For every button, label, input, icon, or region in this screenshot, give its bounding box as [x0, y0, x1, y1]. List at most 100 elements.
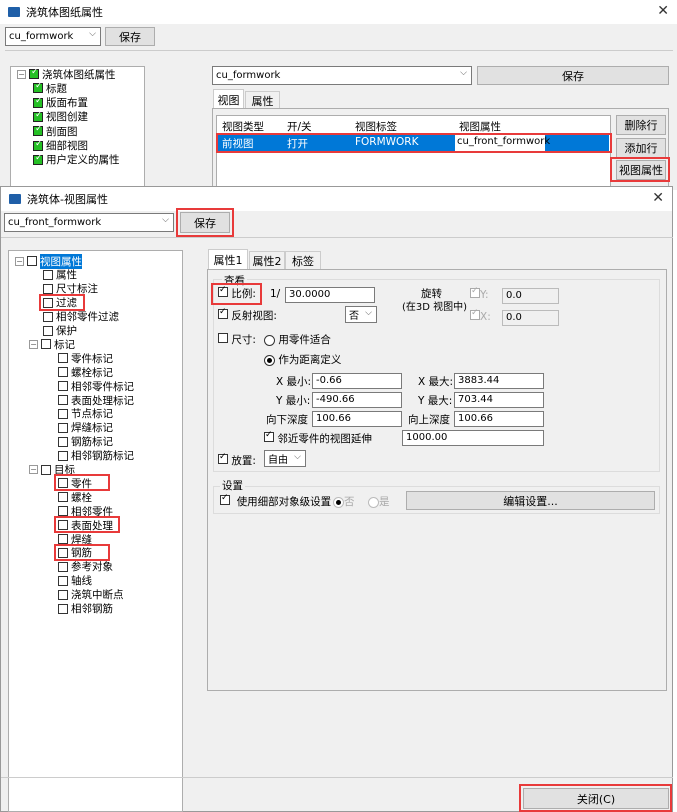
tree-item[interactable]: 保护	[43, 324, 77, 338]
tree-item[interactable]: 焊缝	[58, 532, 92, 546]
checkbox-icon[interactable]	[43, 283, 53, 294]
checkbox-icon[interactable]	[33, 153, 43, 165]
checkbox-icon[interactable]	[58, 561, 68, 572]
collapse-icon[interactable]: −	[17, 69, 26, 79]
tree-item[interactable]: 螺栓	[58, 490, 92, 504]
checkbox-icon[interactable]	[43, 297, 53, 308]
add-row-button[interactable]: 添加行	[616, 138, 666, 158]
scale-checkbox[interactable]: 比例:	[218, 285, 256, 301]
extension-input[interactable]: 1000.00	[402, 430, 544, 446]
tree-item[interactable]: 钢筋标记	[58, 435, 113, 449]
table-row[interactable]: 前视图 打开 FORMWORK cu_front_formwork	[218, 135, 609, 151]
tree-item[interactable]: 细部视图	[33, 139, 88, 153]
right-preset-select[interactable]: cu_formwork ⌵	[212, 66, 472, 85]
tree-item[interactable]: 尺寸标注	[43, 282, 98, 296]
tree-item[interactable]: − 浇筑体图纸属性	[17, 67, 116, 81]
checkbox-icon[interactable]	[58, 422, 68, 433]
checkbox-icon[interactable]	[58, 547, 68, 558]
checkbox-icon[interactable]	[33, 124, 43, 137]
tree-item[interactable]: 视图创建	[33, 110, 88, 124]
checkbox-icon[interactable]	[41, 464, 51, 475]
yes-radio[interactable]: 是	[368, 494, 390, 509]
mirror-select[interactable]: 否 ⌵	[345, 306, 377, 323]
checkbox-icon[interactable]	[58, 408, 68, 419]
tab-labels[interactable]: 标签	[285, 251, 321, 269]
checkbox-icon[interactable]	[33, 139, 43, 151]
rot-x-checkbox[interactable]: X:	[470, 308, 491, 323]
delete-row-button[interactable]: 删除行	[616, 115, 666, 135]
checkbox-icon[interactable]	[43, 325, 53, 336]
checkbox-icon[interactable]	[33, 81, 43, 94]
ymax-input[interactable]: 703.44	[454, 392, 544, 408]
tree-item[interactable]: 参考对象	[58, 560, 113, 574]
checkbox-icon[interactable]	[58, 603, 68, 614]
tree-item[interactable]: 钢筋	[58, 546, 92, 560]
col-on-off[interactable]: 开/关	[287, 119, 312, 134]
close-icon[interactable]: ✕	[652, 190, 664, 206]
tree-item[interactable]: 过滤	[43, 296, 77, 310]
fit-parts-radio[interactable]: 用零件适合	[264, 332, 331, 347]
placement-select[interactable]: 自由 ⌵	[264, 450, 306, 467]
tree-item[interactable]: 焊缝标记	[58, 421, 113, 435]
checkbox-icon[interactable]	[58, 575, 68, 586]
tree-item[interactable]: 轴线	[58, 574, 92, 588]
checkbox-icon[interactable]	[58, 395, 68, 405]
checkbox-icon[interactable]	[58, 367, 68, 378]
cell-view-props-input[interactable]: cu_front_formwork	[455, 135, 550, 151]
tree-item[interactable]: 版面布置	[33, 96, 88, 110]
tree-item[interactable]: 剖面图	[33, 124, 78, 138]
tree-item[interactable]: 相邻零件过滤	[43, 310, 119, 324]
checkbox-icon[interactable]	[43, 311, 53, 322]
view-properties-button[interactable]: 视图属性	[616, 160, 666, 180]
tree-item[interactable]: 零件	[58, 476, 92, 490]
checkbox-icon[interactable]	[43, 269, 53, 280]
checkbox-icon[interactable]	[58, 436, 68, 447]
tree-item[interactable]: − 标记	[29, 337, 75, 351]
checkbox-icon[interactable]	[58, 534, 68, 544]
checkbox-icon[interactable]	[33, 110, 43, 122]
collapse-icon[interactable]: −	[29, 465, 38, 474]
tree-item[interactable]: − 视图属性	[15, 253, 82, 269]
preset-select[interactable]: cu_formwork ⌵	[5, 27, 101, 46]
rot-y-checkbox[interactable]: Y:	[470, 286, 489, 301]
placement-checkbox[interactable]: 放置:	[218, 452, 256, 468]
col-view-type[interactable]: 视图类型	[222, 119, 264, 134]
checkbox-icon[interactable]	[58, 492, 68, 503]
edit-settings-button[interactable]: 编辑设置...	[406, 491, 655, 510]
depth-down-input[interactable]: 100.66	[312, 411, 402, 427]
xmin-input[interactable]: -0.66	[312, 373, 402, 389]
tree-item[interactable]: 表面处理	[58, 518, 113, 532]
extension-checkbox[interactable]: 邻近零件的视图延伸	[264, 430, 372, 446]
col-view-props[interactable]: 视图属性	[459, 119, 501, 134]
ymin-input[interactable]: -490.66	[312, 392, 402, 408]
tree-item[interactable]: 表面处理标记	[58, 393, 134, 407]
tree-item[interactable]: 相邻零件标记	[58, 379, 134, 393]
xmax-input[interactable]: 3883.44	[454, 373, 544, 389]
tree-item[interactable]: 用户定义的属性	[33, 153, 120, 167]
tab-properties1[interactable]: 属性1	[208, 249, 248, 269]
checkbox-icon[interactable]	[58, 381, 68, 392]
rot-x-input[interactable]: 0.0	[502, 310, 559, 326]
checkbox-icon[interactable]	[58, 353, 68, 364]
tree-item[interactable]: 相邻钢筋标记	[58, 449, 134, 463]
checkbox-icon[interactable]	[58, 450, 68, 461]
size-checkbox[interactable]: 尺寸:	[218, 332, 256, 347]
checkbox-icon[interactable]	[58, 506, 68, 517]
mirror-checkbox[interactable]: 反射视图:	[218, 307, 277, 323]
tree-item[interactable]: 属性	[43, 268, 77, 282]
no-radio[interactable]: 否	[333, 494, 355, 509]
tree-item[interactable]: 相邻钢筋	[58, 602, 113, 616]
tree-item[interactable]: 相邻零件	[58, 504, 113, 518]
checkbox-icon[interactable]	[41, 339, 51, 350]
checkbox-icon[interactable]	[33, 96, 43, 108]
save-button[interactable]: 保存	[105, 27, 155, 46]
save-button[interactable]: 保存	[180, 212, 230, 233]
preset-select[interactable]: cu_front_formwork ⌵	[4, 213, 174, 232]
tree-item[interactable]: 浇筑中断点	[58, 588, 124, 602]
collapse-icon[interactable]: −	[29, 339, 38, 349]
depth-up-input[interactable]: 100.66	[454, 411, 544, 427]
checkbox-icon[interactable]	[58, 520, 68, 531]
tree-item[interactable]: 标题	[33, 81, 67, 95]
tree-item[interactable]: − 目标	[29, 463, 75, 477]
col-view-label[interactable]: 视图标签	[355, 119, 397, 134]
